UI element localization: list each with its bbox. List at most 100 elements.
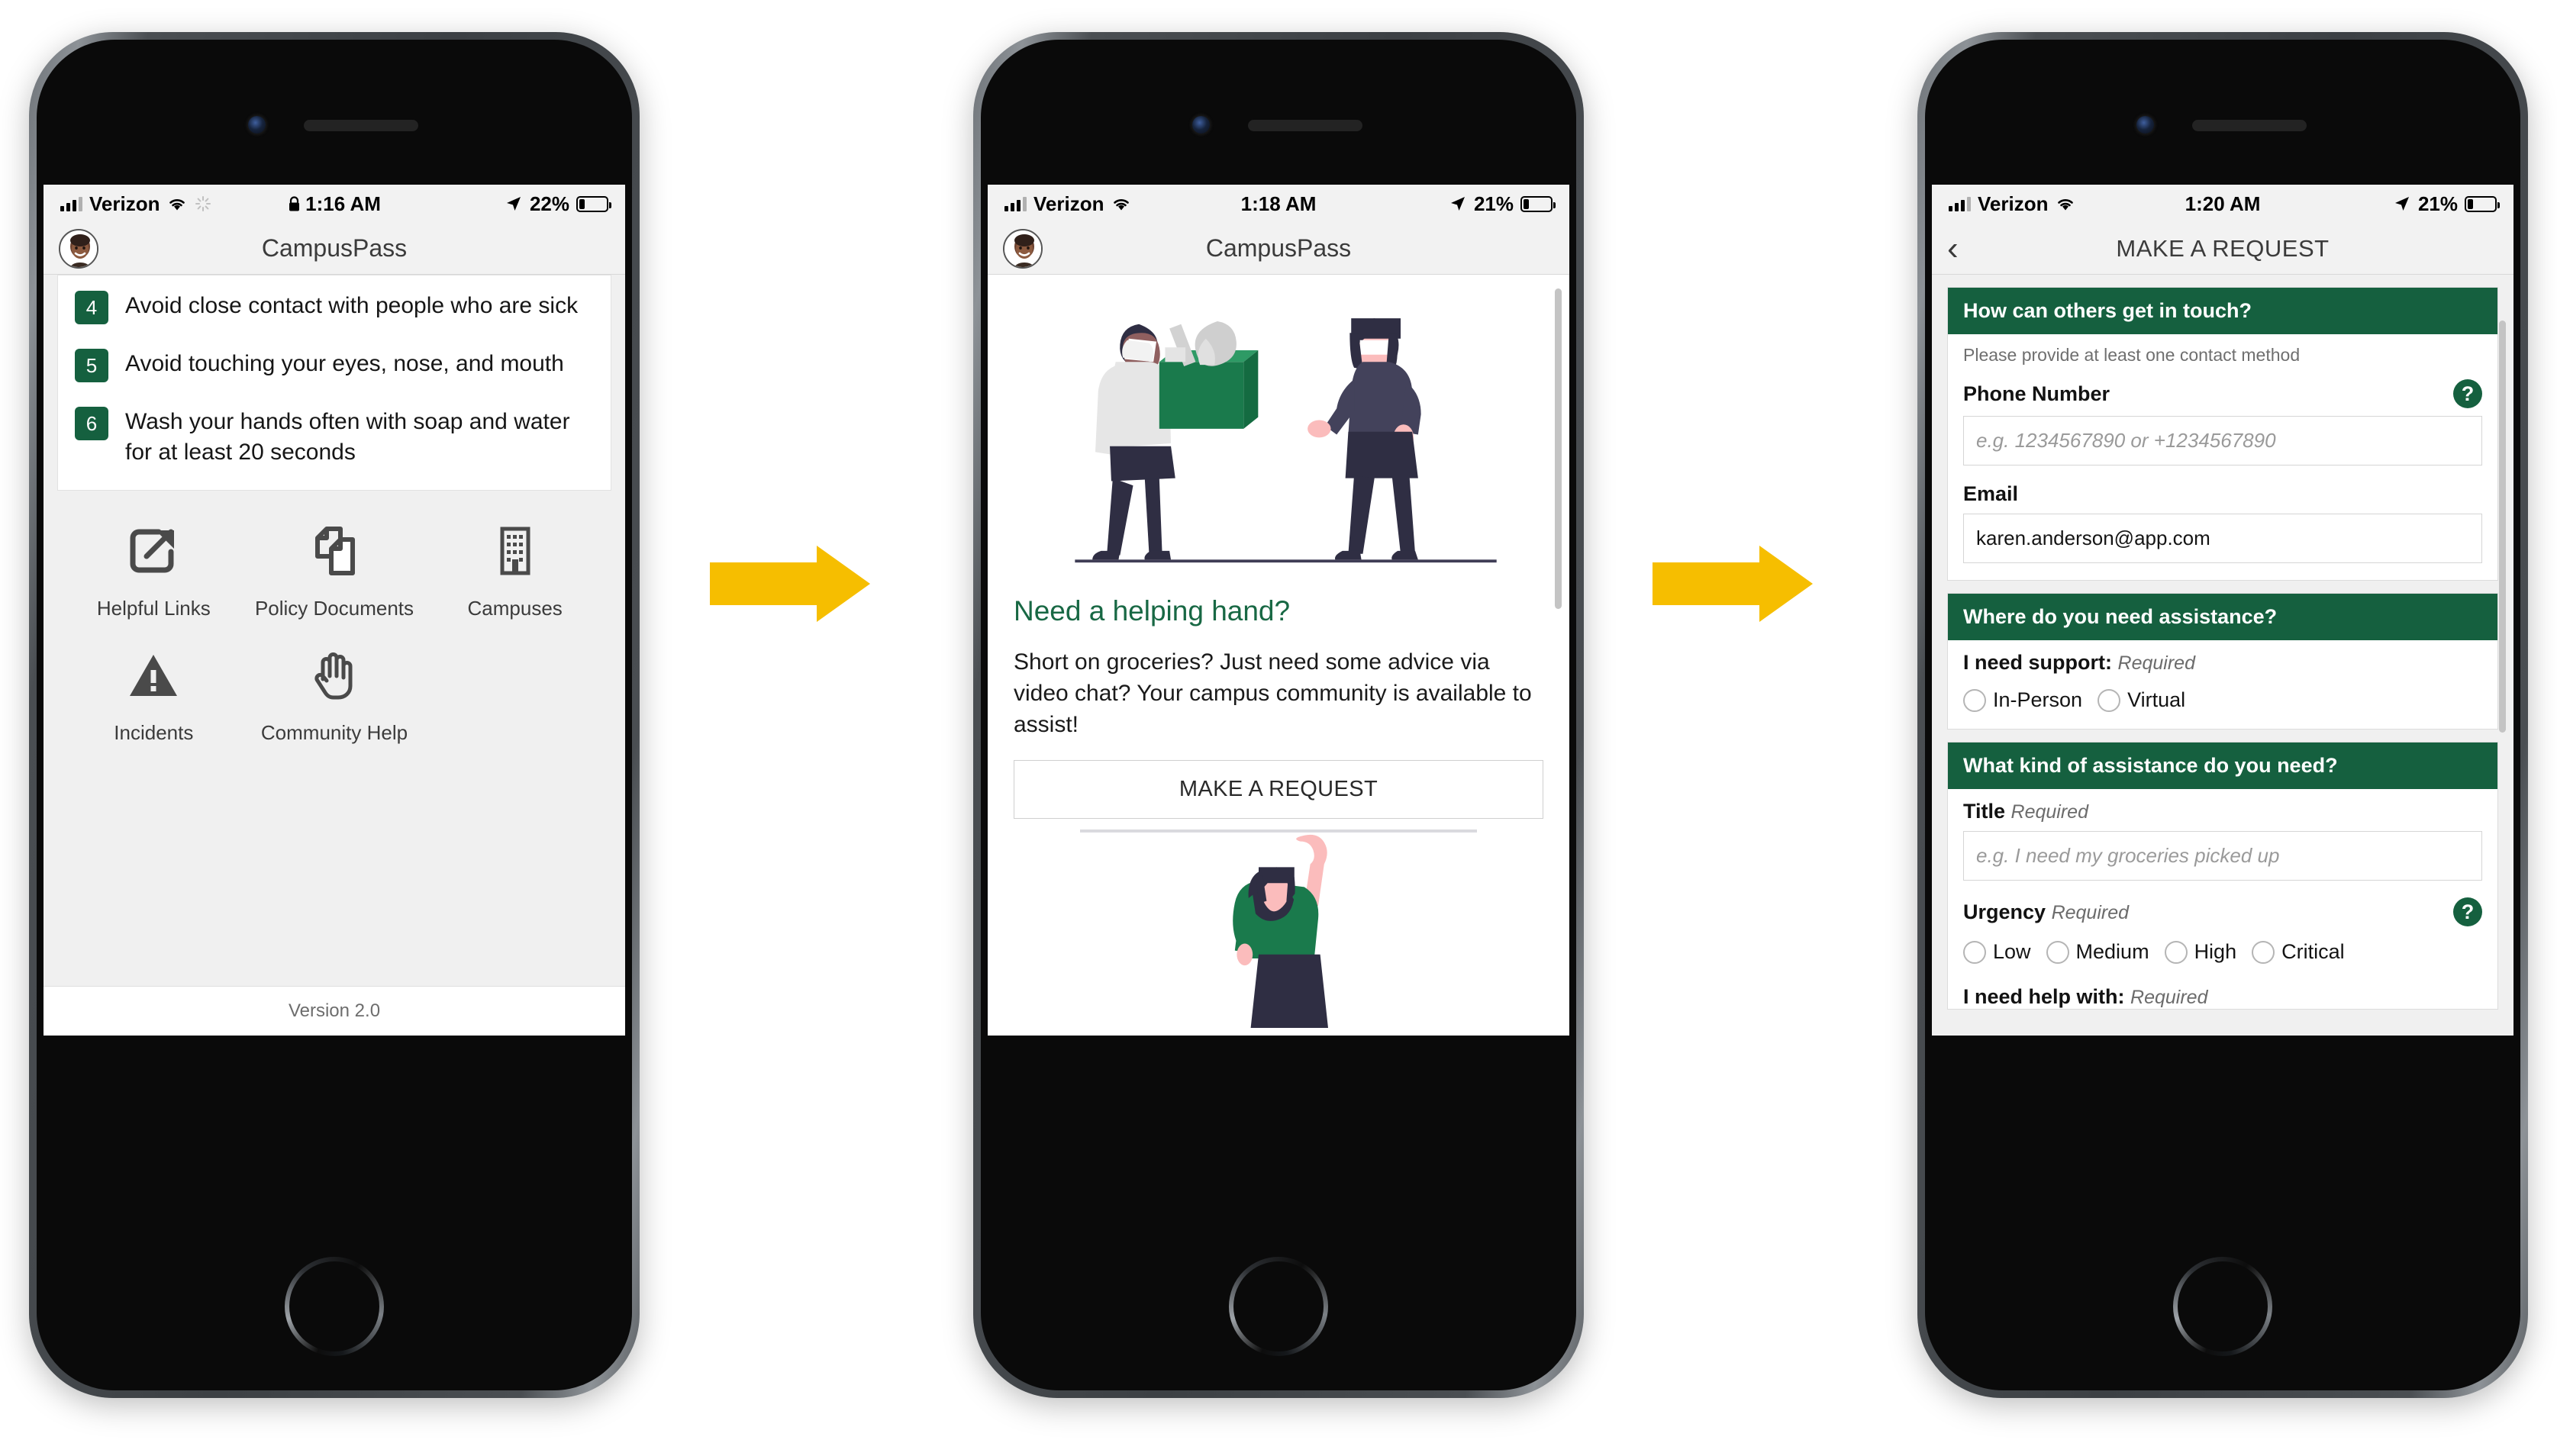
home-button[interactable] xyxy=(285,1257,384,1356)
tips-card: 4 Avoid close contact with people who ar… xyxy=(57,275,611,491)
grid-item-community-help[interactable]: Community Help xyxy=(244,641,425,746)
phone-1-body: Verizon 1:16 AM 22% CampusPass 4 Avoid c… xyxy=(37,40,632,1390)
urgency-label: Urgency Required xyxy=(1963,900,2130,923)
phone-2-body: Verizon 1:18 AM 21% CampusPass Need a he… xyxy=(981,40,1576,1390)
radio-label: Critical xyxy=(2281,940,2345,963)
radio-label: Virtual xyxy=(2127,688,2186,711)
assistance-kind-card: What kind of assistance do you need? Tit… xyxy=(1947,742,2498,1010)
warning-triangle-icon xyxy=(119,641,188,710)
tip-number-badge: 4 xyxy=(75,291,108,324)
battery-icon xyxy=(1520,195,1556,212)
radio-low[interactable]: Low xyxy=(1963,940,2031,964)
contact-section-card: How can others get in touch? Please prov… xyxy=(1947,287,2498,581)
grid-item-helpful-links[interactable]: Helpful Links xyxy=(63,517,244,621)
radio-medium[interactable]: Medium xyxy=(2046,940,2149,964)
section-paragraph: Short on groceries? Just need some advic… xyxy=(1014,649,1532,737)
radio-in-person[interactable]: In-Person xyxy=(1963,688,2082,712)
status-bar: Verizon 1:16 AM 22% xyxy=(44,185,625,223)
earpiece-speaker xyxy=(1248,120,1362,131)
contact-hint: Please provide at least one contact meth… xyxy=(1963,345,2301,365)
lock-icon xyxy=(289,195,300,211)
avatar[interactable] xyxy=(1003,228,1043,269)
list-item: 5 Avoid touching your eyes, nose, and mo… xyxy=(58,337,611,395)
radio-dot[interactable] xyxy=(2098,688,2121,712)
clock-label: 1:16 AM xyxy=(305,192,381,215)
tip-number-badge: 6 xyxy=(75,407,108,440)
phone-input[interactable]: e.g. 1234567890 or +1234567890 xyxy=(1963,416,2482,465)
app-header: CampusPass xyxy=(988,223,1569,275)
battery-percent-label: 22% xyxy=(529,192,570,215)
app-header: CampusPass xyxy=(44,223,625,275)
support-radio-group: In-Person Virtual xyxy=(1963,688,2482,712)
email-input[interactable]: karen.anderson@app.com xyxy=(1963,514,2482,563)
phone-1-content: 4 Avoid close contact with people who ar… xyxy=(44,275,625,1036)
scrollbar[interactable] xyxy=(2499,321,2506,733)
radio-dot[interactable] xyxy=(2252,940,2275,964)
make-a-request-button[interactable]: MAKE A REQUEST xyxy=(1014,760,1543,820)
required-tag: Required xyxy=(2117,652,2195,674)
battery-icon xyxy=(2465,195,2501,212)
carrier-label: Verizon xyxy=(1033,192,1104,215)
radio-dot[interactable] xyxy=(1963,688,1986,712)
battery-percent-label: 21% xyxy=(2417,192,2459,215)
earpiece-speaker xyxy=(2192,120,2307,131)
wifi-icon xyxy=(1114,199,1130,211)
grid-item-policy-documents[interactable]: Policy Documents xyxy=(244,517,425,621)
section-header: Where do you need assistance? xyxy=(1948,594,2497,640)
assistance-location-card: Where do you need assistance? I need sup… xyxy=(1947,593,2498,730)
grid-item-incidents[interactable]: Incidents xyxy=(63,641,244,746)
radio-dot[interactable] xyxy=(2164,940,2188,964)
radio-high[interactable]: High xyxy=(2164,940,2237,964)
grid-item-label: Policy Documents xyxy=(254,597,414,620)
signal-bars-icon xyxy=(60,196,82,211)
home-button[interactable] xyxy=(2173,1257,2272,1356)
help-section: Need a helping hand? Short on groceries?… xyxy=(988,580,1569,820)
help-with-label: I need help with: Required xyxy=(1963,985,2208,1008)
page-title: MAKE A REQUEST xyxy=(2116,234,2330,262)
help-icon[interactable]: ? xyxy=(2453,897,2482,926)
page-title: CampusPass xyxy=(1205,234,1352,262)
section-heading: Need a helping hand? xyxy=(1014,595,1291,627)
phone-2-screen: Verizon 1:18 AM 21% CampusPass Need a he… xyxy=(988,185,1569,1036)
signal-bars-icon xyxy=(1949,196,1971,211)
avatar[interactable] xyxy=(59,228,98,269)
grid-item-label: Campuses xyxy=(467,597,563,620)
flow-arrow-1-icon xyxy=(710,546,870,622)
location-arrow-icon xyxy=(506,197,521,211)
tip-text: Wash your hands often with soap and wate… xyxy=(125,409,570,465)
radio-dot[interactable] xyxy=(1963,940,1986,964)
list-item: 4 Avoid close contact with people who ar… xyxy=(58,279,611,337)
phone-3-body: Verizon 1:20 AM 21% ‹ MAKE A REQUEST How… xyxy=(1925,40,2520,1390)
grocery-delivery-illustration xyxy=(1075,318,1497,563)
app-header: ‹ MAKE A REQUEST xyxy=(1932,223,2513,275)
quick-actions-grid: Helpful Links Policy Documents Campuses … xyxy=(44,491,625,986)
front-camera-icon xyxy=(2136,116,2154,134)
title-input[interactable]: e.g. I need my groceries picked up xyxy=(1963,831,2482,881)
tip-number-badge: 5 xyxy=(75,349,108,382)
phone-2-frame: Verizon 1:18 AM 21% CampusPass Need a he… xyxy=(973,32,1584,1398)
status-bar: Verizon 1:20 AM 21% xyxy=(1932,185,2513,223)
scrollbar[interactable] xyxy=(1555,288,1562,609)
clock-label: 1:20 AM xyxy=(2185,192,2261,215)
external-link-icon xyxy=(119,517,188,585)
front-camera-icon xyxy=(248,116,266,134)
radio-label: High xyxy=(2194,940,2237,963)
wifi-icon xyxy=(169,199,185,211)
home-button[interactable] xyxy=(1229,1257,1328,1356)
title-field-label: Title Required xyxy=(1963,800,2088,823)
page-title: CampusPass xyxy=(261,234,408,262)
raised-hand-woman-illustration xyxy=(1080,829,1477,1029)
radio-critical[interactable]: Critical xyxy=(2252,940,2345,964)
help-icon[interactable]: ? xyxy=(2453,379,2482,408)
radio-dot[interactable] xyxy=(2046,940,2069,964)
radio-label: In-Person xyxy=(1993,688,2083,711)
email-field-label: Email xyxy=(1963,482,2019,505)
grid-item-campuses[interactable]: Campuses xyxy=(424,517,605,621)
status-bar: Verizon 1:18 AM 21% xyxy=(988,185,1569,223)
support-label: I need support: Required xyxy=(1963,651,2195,674)
section-header: How can others get in touch? xyxy=(1948,288,2497,334)
tip-text: Avoid touching your eyes, nose, and mout… xyxy=(125,351,564,376)
required-tag: Required xyxy=(2130,987,2208,1008)
required-tag: Required xyxy=(2051,901,2130,923)
radio-virtual[interactable]: Virtual xyxy=(2098,688,2185,712)
